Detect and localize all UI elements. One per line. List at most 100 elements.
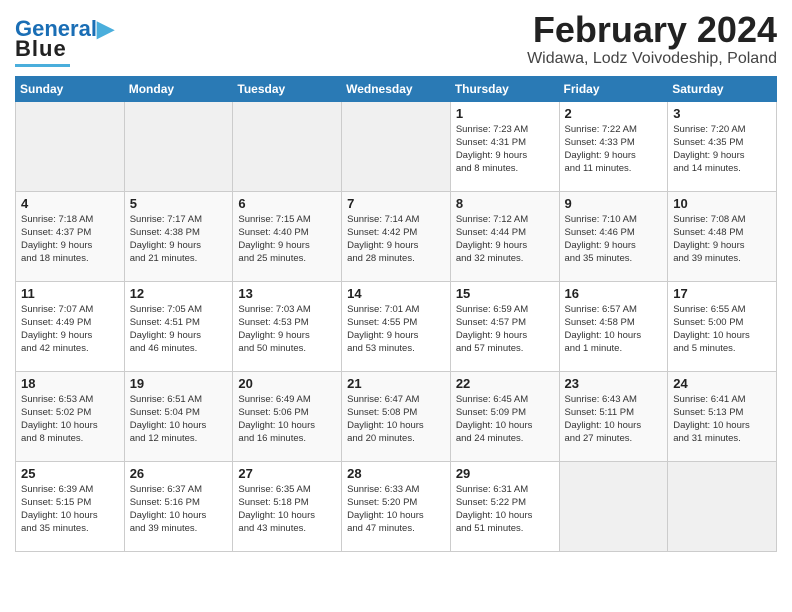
week-row-4: 18 Sunrise: 6:53 AM Sunset: 5:02 PM Dayli…: [16, 371, 777, 461]
day-number: 7: [347, 196, 446, 211]
day-info: Sunrise: 6:39 AM Sunset: 5:15 PM Dayligh…: [21, 484, 98, 535]
calendar-cell: 2 Sunrise: 7:22 AM Sunset: 4:33 PM Daylig…: [559, 101, 668, 191]
day-info: Sunrise: 6:51 AM Sunset: 5:04 PM Dayligh…: [130, 394, 207, 445]
calendar-cell: [124, 101, 233, 191]
calendar-cell: 21Sunrise: 6:47 AM Sunset: 5:08 PM Dayli…: [342, 371, 451, 461]
weekday-header-row: SundayMondayTuesdayWednesdayThursdayFrid…: [16, 76, 777, 101]
calendar-cell: [16, 101, 125, 191]
day-number: 4: [21, 196, 120, 211]
calendar-cell: 12Sunrise: 7:05 AM Sunset: 4:51 PM Dayli…: [124, 281, 233, 371]
day-number: 28: [347, 466, 446, 481]
day-info: Sunrise: 7:18 AM Sunset: 4:37 PM Dayligh…: [21, 214, 93, 265]
day-number: 17: [673, 286, 772, 301]
day-info: Sunrise: 6:59 AM Sunset: 4:57 PM Dayligh…: [456, 304, 528, 355]
calendar-cell: 3 Sunrise: 7:20 AM Sunset: 4:35 PM Daylig…: [668, 101, 777, 191]
day-info: Sunrise: 6:49 AM Sunset: 5:06 PM Dayligh…: [238, 394, 315, 445]
day-number: 18: [21, 376, 120, 391]
calendar-cell: 25 Sunrise: 6:39 AM Sunset: 5:15 PM Dayli…: [16, 461, 125, 551]
weekday-header-thursday: Thursday: [450, 76, 559, 101]
day-number: 10: [673, 196, 772, 211]
day-number: 3: [673, 106, 772, 121]
calendar-cell: 13 Sunrise: 7:03 AM Sunset: 4:53 PM Dayli…: [233, 281, 342, 371]
calendar-cell: 22Sunrise: 6:45 AM Sunset: 5:09 PM Dayli…: [450, 371, 559, 461]
day-info: Sunrise: 7:14 AM Sunset: 4:42 PM Dayligh…: [347, 214, 419, 265]
calendar-cell: 19 Sunrise: 6:51 AM Sunset: 5:04 PM Dayli…: [124, 371, 233, 461]
day-info: Sunrise: 6:33 AM Sunset: 5:20 PM Dayligh…: [347, 484, 424, 535]
calendar-cell: 14 Sunrise: 7:01 AM Sunset: 4:55 PM Dayli…: [342, 281, 451, 371]
calendar-cell: 8 Sunrise: 7:12 AM Sunset: 4:44 PM Daylig…: [450, 191, 559, 281]
calendar-cell: 20 Sunrise: 6:49 AM Sunset: 5:06 PM Dayli…: [233, 371, 342, 461]
day-info: Sunrise: 6:47 AM Sunset: 5:08 PM Dayligh…: [347, 394, 424, 445]
day-info: Sunrise: 7:23 AM Sunset: 4:31 PM Dayligh…: [456, 124, 528, 175]
calendar-cell: 16 Sunrise: 6:57 AM Sunset: 4:58 PM Dayli…: [559, 281, 668, 371]
calendar-cell: [668, 461, 777, 551]
week-row-2: 4 Sunrise: 7:18 AM Sunset: 4:37 PM Daylig…: [16, 191, 777, 281]
calendar-cell: 9 Sunrise: 7:10 AM Sunset: 4:46 PM Daylig…: [559, 191, 668, 281]
calendar-table: SundayMondayTuesdayWednesdayThursdayFrid…: [15, 76, 777, 552]
page-title: February 2024: [527, 10, 777, 50]
day-info: Sunrise: 7:07 AM Sunset: 4:49 PM Dayligh…: [21, 304, 93, 355]
day-number: 5: [130, 196, 229, 211]
day-info: Sunrise: 6:43 AM Sunset: 5:11 PM Dayligh…: [565, 394, 642, 445]
day-info: Sunrise: 6:35 AM Sunset: 5:18 PM Dayligh…: [238, 484, 315, 535]
calendar-cell: 28 Sunrise: 6:33 AM Sunset: 5:20 PM Dayli…: [342, 461, 451, 551]
calendar-cell: 1 Sunrise: 7:23 AM Sunset: 4:31 PM Daylig…: [450, 101, 559, 191]
day-number: 2: [565, 106, 664, 121]
logo-blue-text: Blue: [15, 36, 67, 62]
day-number: 9: [565, 196, 664, 211]
calendar-cell: 10 Sunrise: 7:08 AM Sunset: 4:48 PM Dayli…: [668, 191, 777, 281]
day-info: Sunrise: 7:08 AM Sunset: 4:48 PM Dayligh…: [673, 214, 745, 265]
calendar-cell: 26 Sunrise: 6:37 AM Sunset: 5:16 PM Dayli…: [124, 461, 233, 551]
day-info: Sunrise: 7:22 AM Sunset: 4:33 PM Dayligh…: [565, 124, 637, 175]
day-number: 14: [347, 286, 446, 301]
weekday-header-friday: Friday: [559, 76, 668, 101]
weekday-header-sunday: Sunday: [16, 76, 125, 101]
calendar-cell: 29 Sunrise: 6:31 AM Sunset: 5:22 PM Dayli…: [450, 461, 559, 551]
calendar-cell: 11Sunrise: 7:07 AM Sunset: 4:49 PM Dayli…: [16, 281, 125, 371]
day-info: Sunrise: 7:03 AM Sunset: 4:53 PM Dayligh…: [238, 304, 310, 355]
day-number: 24: [673, 376, 772, 391]
calendar-cell: [559, 461, 668, 551]
day-info: Sunrise: 6:31 AM Sunset: 5:22 PM Dayligh…: [456, 484, 533, 535]
day-number: 15: [456, 286, 555, 301]
day-number: 8: [456, 196, 555, 211]
day-info: Sunrise: 6:57 AM Sunset: 4:58 PM Dayligh…: [565, 304, 642, 355]
calendar-cell: 5 Sunrise: 7:17 AM Sunset: 4:38 PM Daylig…: [124, 191, 233, 281]
day-number: 20: [238, 376, 337, 391]
logo-underline: [15, 64, 70, 67]
day-number: 13: [238, 286, 337, 301]
day-info: Sunrise: 6:55 AM Sunset: 5:00 PM Dayligh…: [673, 304, 750, 355]
calendar-cell: 6 Sunrise: 7:15 AM Sunset: 4:40 PM Daylig…: [233, 191, 342, 281]
calendar-cell: [233, 101, 342, 191]
weekday-header-wednesday: Wednesday: [342, 76, 451, 101]
day-info: Sunrise: 7:15 AM Sunset: 4:40 PM Dayligh…: [238, 214, 310, 265]
day-info: Sunrise: 7:12 AM Sunset: 4:44 PM Dayligh…: [456, 214, 528, 265]
calendar-cell: 15 Sunrise: 6:59 AM Sunset: 4:57 PM Dayli…: [450, 281, 559, 371]
day-number: 6: [238, 196, 337, 211]
weekday-header-tuesday: Tuesday: [233, 76, 342, 101]
day-info: Sunrise: 7:10 AM Sunset: 4:46 PM Dayligh…: [565, 214, 637, 265]
day-number: 29: [456, 466, 555, 481]
day-number: 19: [130, 376, 229, 391]
week-row-1: 1 Sunrise: 7:23 AM Sunset: 4:31 PM Daylig…: [16, 101, 777, 191]
calendar-cell: 24Sunrise: 6:41 AM Sunset: 5:13 PM Dayli…: [668, 371, 777, 461]
calendar-cell: [342, 101, 451, 191]
calendar-cell: 23Sunrise: 6:43 AM Sunset: 5:11 PM Dayli…: [559, 371, 668, 461]
calendar-cell: 27Sunrise: 6:35 AM Sunset: 5:18 PM Dayli…: [233, 461, 342, 551]
day-info: Sunrise: 6:37 AM Sunset: 5:16 PM Dayligh…: [130, 484, 207, 535]
day-number: 16: [565, 286, 664, 301]
day-number: 22: [456, 376, 555, 391]
day-info: Sunrise: 7:20 AM Sunset: 4:35 PM Dayligh…: [673, 124, 745, 175]
weekday-header-monday: Monday: [124, 76, 233, 101]
day-number: 26: [130, 466, 229, 481]
calendar-cell: 4 Sunrise: 7:18 AM Sunset: 4:37 PM Daylig…: [16, 191, 125, 281]
day-info: Sunrise: 7:17 AM Sunset: 4:38 PM Dayligh…: [130, 214, 202, 265]
day-info: Sunrise: 7:01 AM Sunset: 4:55 PM Dayligh…: [347, 304, 419, 355]
day-number: 1: [456, 106, 555, 121]
page-header: General▶ Blue February 2024 Widawa, Lodz…: [15, 10, 777, 68]
day-info: Sunrise: 6:53 AM Sunset: 5:02 PM Dayligh…: [21, 394, 98, 445]
day-info: Sunrise: 7:05 AM Sunset: 4:51 PM Dayligh…: [130, 304, 202, 355]
week-row-5: 25 Sunrise: 6:39 AM Sunset: 5:15 PM Dayli…: [16, 461, 777, 551]
day-number: 25: [21, 466, 120, 481]
calendar-cell: 18 Sunrise: 6:53 AM Sunset: 5:02 PM Dayli…: [16, 371, 125, 461]
